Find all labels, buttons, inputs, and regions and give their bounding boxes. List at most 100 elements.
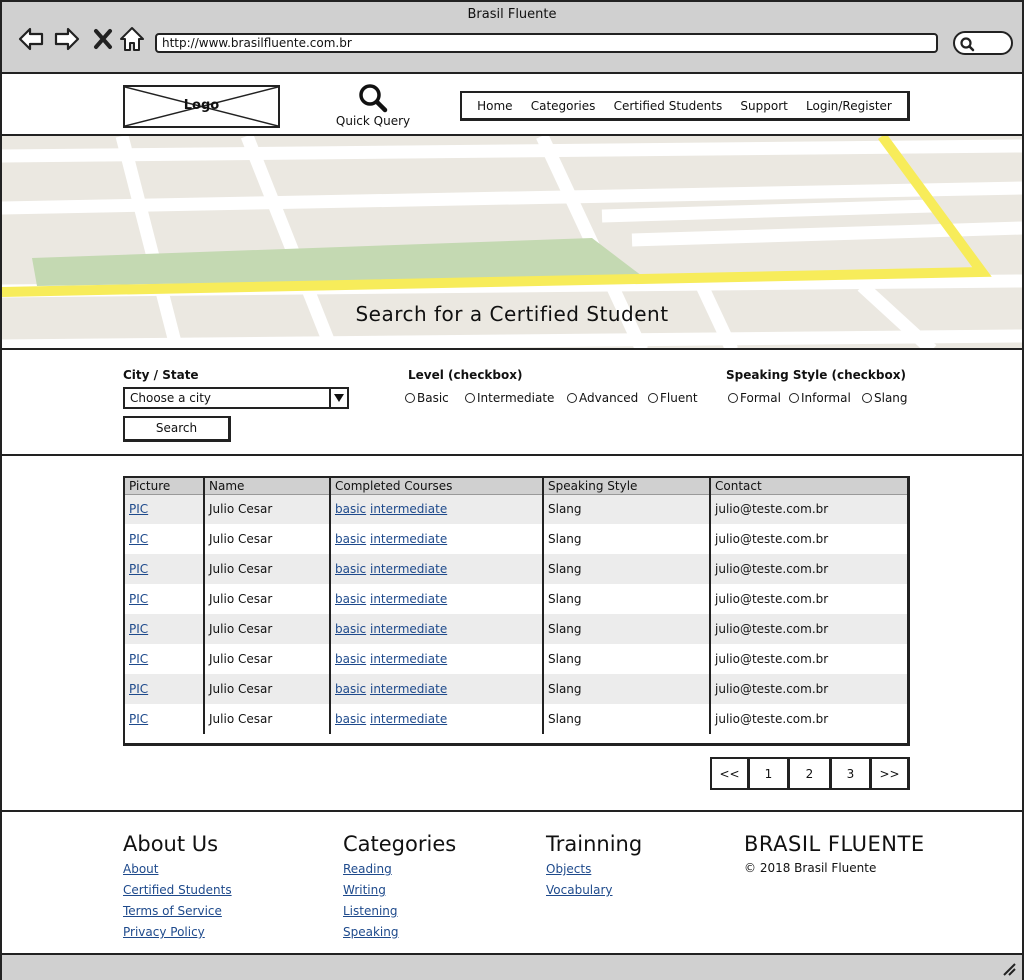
radio-icon [648,393,658,403]
course-link-intermediate[interactable]: intermediate [370,652,447,666]
picture-link[interactable]: PIC [129,532,148,546]
column-header-contact[interactable]: Contact [710,478,907,495]
course-link-basic[interactable]: basic [335,712,366,726]
pagination-page-2[interactable]: 2 [788,757,830,790]
cell-completed-courses: basic intermediate [330,554,544,584]
close-icon [94,29,112,49]
browser-search-field[interactable] [953,31,1013,55]
quick-query-button[interactable]: Quick Query [332,82,414,128]
chevron-down-icon [329,389,347,407]
nav-home[interactable]: Home [477,99,512,113]
course-link-intermediate[interactable]: intermediate [370,562,447,576]
url-bar[interactable]: http://www.brasilfluente.com.br [155,33,938,53]
cell-contact: julio@teste.com.br [710,584,907,614]
cell-speaking-style: Slang [543,614,711,644]
cell-completed-courses: basic intermediate [330,494,544,524]
level-fluent-option[interactable]: Fluent [648,391,698,405]
footer-link-reading[interactable]: Reading [343,861,456,877]
site-header: Logo Quick Query Home Categories Certifi… [2,74,1022,136]
option-label: Formal [740,391,781,405]
style-informal-option[interactable]: Informal [789,391,851,405]
back-button[interactable] [16,24,46,54]
site-footer: About Us About Certified Students Terms … [2,810,1022,953]
level-basic-option[interactable]: Basic [405,391,449,405]
stop-button[interactable] [88,24,118,54]
column-header-speaking-style[interactable]: Speaking Style [543,478,711,495]
picture-link[interactable]: PIC [129,592,148,606]
picture-link[interactable]: PIC [129,682,148,696]
table-row: PIC Julio Cesar basic intermediate Slang jul… [125,584,907,614]
cell-name: Julio Cesar [204,674,331,704]
city-select[interactable]: Choose a city [123,387,349,409]
course-link-basic[interactable]: basic [335,682,366,696]
footer-link-certified-students[interactable]: Certified Students [123,882,232,898]
radio-icon [862,393,872,403]
course-link-basic[interactable]: basic [335,562,366,576]
footer-categories-column: Categories Reading Writing Listening Spe… [343,832,456,945]
column-header-completed-courses[interactable]: Completed Courses [330,478,544,495]
table-body: PIC Julio Cesar basic intermediate Slang jul… [125,494,907,734]
nav-support[interactable]: Support [740,99,787,113]
resize-grip-icon[interactable] [1000,960,1016,976]
nav-login-register[interactable]: Login/Register [806,99,892,113]
footer-link-vocabulary[interactable]: Vocabulary [546,882,642,898]
course-link-intermediate[interactable]: intermediate [370,592,447,606]
footer-link-listening[interactable]: Listening [343,903,456,919]
footer-link-privacy-policy[interactable]: Privacy Policy [123,924,232,940]
logo[interactable]: Logo [123,85,280,128]
browser-chrome: Brasil Fluente http://www.brasilfluente.… [2,2,1022,74]
cell-name: Julio Cesar [204,704,331,734]
forward-button[interactable] [52,24,82,54]
course-link-intermediate[interactable]: intermediate [370,682,447,696]
table-header-row: Picture Name Completed Courses Speaking … [125,478,907,495]
cell-picture: PIC [125,644,205,674]
course-link-intermediate[interactable]: intermediate [370,532,447,546]
course-link-intermediate[interactable]: intermediate [370,712,447,726]
cell-name: Julio Cesar [204,644,331,674]
pagination-page-3[interactable]: 3 [830,757,870,790]
picture-link[interactable]: PIC [129,562,148,576]
search-button[interactable]: Search [123,416,231,442]
pagination-first[interactable]: << [710,757,748,790]
course-link-intermediate[interactable]: intermediate [370,622,447,636]
home-button[interactable] [117,24,147,54]
course-link-basic[interactable]: basic [335,502,366,516]
level-advanced-option[interactable]: Advanced [567,391,638,405]
course-link-basic[interactable]: basic [335,532,366,546]
column-header-picture[interactable]: Picture [125,478,205,495]
status-bar [2,953,1022,980]
pagination-page-1[interactable]: 1 [748,757,788,790]
hero-title: Search for a Certified Student [355,302,669,326]
pagination-last[interactable]: >> [870,757,910,790]
nav-categories[interactable]: Categories [531,99,596,113]
column-header-name[interactable]: Name [204,478,331,495]
course-link-basic[interactable]: basic [335,622,366,636]
picture-link[interactable]: PIC [129,712,148,726]
course-link-intermediate[interactable]: intermediate [370,502,447,516]
picture-link[interactable]: PIC [129,622,148,636]
style-formal-option[interactable]: Formal [728,391,781,405]
cell-speaking-style: Slang [543,704,711,734]
cell-contact: julio@teste.com.br [710,644,907,674]
footer-link-terms-of-service[interactable]: Terms of Service [123,903,232,919]
picture-link[interactable]: PIC [129,652,148,666]
option-label: Informal [801,391,851,405]
course-link-basic[interactable]: basic [335,592,366,606]
cell-picture: PIC [125,524,205,554]
cell-picture: PIC [125,614,205,644]
nav-certified-students[interactable]: Certified Students [614,99,723,113]
footer-link-writing[interactable]: Writing [343,882,456,898]
cell-speaking-style: Slang [543,554,711,584]
footer-link-objects[interactable]: Objects [546,861,642,877]
cell-picture: PIC [125,704,205,734]
footer-link-about[interactable]: About [123,861,232,877]
table-row: PIC Julio Cesar basic intermediate Slang jul… [125,674,907,704]
style-slang-option[interactable]: Slang [862,391,908,405]
course-link-basic[interactable]: basic [335,652,366,666]
main-navigation: Home Categories Certified Students Suppo… [460,91,910,121]
footer-link-speaking[interactable]: Speaking [343,924,456,940]
cell-contact: julio@teste.com.br [710,614,907,644]
level-intermediate-option[interactable]: Intermediate [465,391,554,405]
picture-link[interactable]: PIC [129,502,148,516]
level-label: Level (checkbox) [408,368,523,382]
